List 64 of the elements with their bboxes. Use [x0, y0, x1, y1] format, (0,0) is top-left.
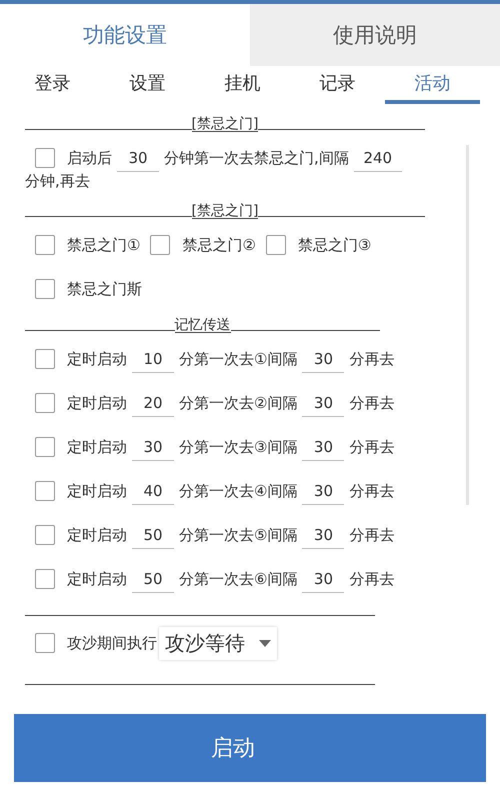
option-label: 禁忌之门③	[298, 236, 372, 254]
checkbox[interactable]	[35, 393, 55, 413]
checkbox[interactable]	[35, 633, 55, 653]
dropdown[interactable]: 攻沙等待	[159, 626, 277, 660]
label: 分第一次去②间隔	[179, 394, 298, 412]
label: 分钟第一次去禁忌之门,间隔	[164, 148, 349, 168]
section-title: 记忆传送	[174, 318, 230, 333]
label: 定时启动	[67, 482, 127, 500]
tab[interactable]: 设置	[100, 66, 195, 104]
input-field[interactable]: 30	[302, 477, 344, 505]
label: 定时启动	[67, 394, 127, 412]
input-field[interactable]: 30	[132, 433, 174, 461]
input-field[interactable]: 50	[132, 565, 174, 593]
section-title: [禁忌之门]	[192, 204, 258, 219]
option-label: 禁忌之门斯	[67, 280, 142, 298]
tab[interactable]: 登录	[5, 66, 100, 104]
tab[interactable]: 活动	[385, 66, 480, 104]
label: 定时启动	[67, 350, 127, 368]
tab[interactable]: 使用说明	[250, 4, 500, 66]
label: 分再去	[349, 526, 394, 544]
input-field[interactable]: 10	[132, 345, 174, 373]
caret-icon	[259, 640, 271, 646]
label: 攻沙期间执行	[67, 634, 157, 652]
label: 分第一次去⑥间隔	[179, 570, 298, 588]
input-field[interactable]: 50	[132, 521, 174, 549]
label: 分钟,再去	[25, 172, 90, 190]
label: 分第一次去①间隔	[179, 350, 298, 368]
tab[interactable]: 记录	[290, 66, 385, 104]
start-button[interactable]: 启动	[14, 714, 486, 782]
label: 启动后	[67, 148, 112, 168]
checkbox[interactable]	[35, 349, 55, 369]
label: 分第一次去③间隔	[179, 438, 298, 456]
checkbox[interactable]	[35, 525, 55, 545]
option-label: 禁忌之门②	[182, 236, 256, 254]
checkbox[interactable]	[35, 235, 55, 255]
label: 分第一次去⑤间隔	[179, 526, 298, 544]
label: 定时启动	[67, 526, 127, 544]
input-field[interactable]: 20	[132, 389, 174, 417]
checkbox[interactable]	[35, 437, 55, 457]
input-field[interactable]: 40	[132, 477, 174, 505]
checkbox[interactable]	[150, 235, 170, 255]
input-field[interactable]: 240	[354, 144, 402, 172]
label: 分再去	[349, 438, 394, 456]
input-field[interactable]: 30	[302, 389, 344, 417]
input-field[interactable]: 30	[302, 521, 344, 549]
tab[interactable]: 挂机	[195, 66, 290, 104]
label: 定时启动	[67, 438, 127, 456]
label: 分再去	[349, 394, 394, 412]
checkbox[interactable]	[35, 148, 55, 168]
label: 分再去	[349, 482, 394, 500]
option-label: 禁忌之门①	[67, 236, 140, 254]
input-field[interactable]: 30	[117, 144, 159, 172]
input-field[interactable]: 30	[302, 345, 344, 373]
label: 定时启动	[67, 570, 127, 588]
input-field[interactable]: 30	[302, 433, 344, 461]
label: 分第一次去④间隔	[179, 482, 298, 500]
label: 分再去	[349, 570, 394, 588]
section-title: [禁忌之门]	[192, 117, 258, 132]
checkbox[interactable]	[266, 235, 286, 255]
checkbox[interactable]	[35, 481, 55, 501]
input-field[interactable]: 30	[302, 565, 344, 593]
checkbox[interactable]	[35, 279, 55, 299]
label: 分再去	[349, 350, 394, 368]
checkbox[interactable]	[35, 569, 55, 589]
